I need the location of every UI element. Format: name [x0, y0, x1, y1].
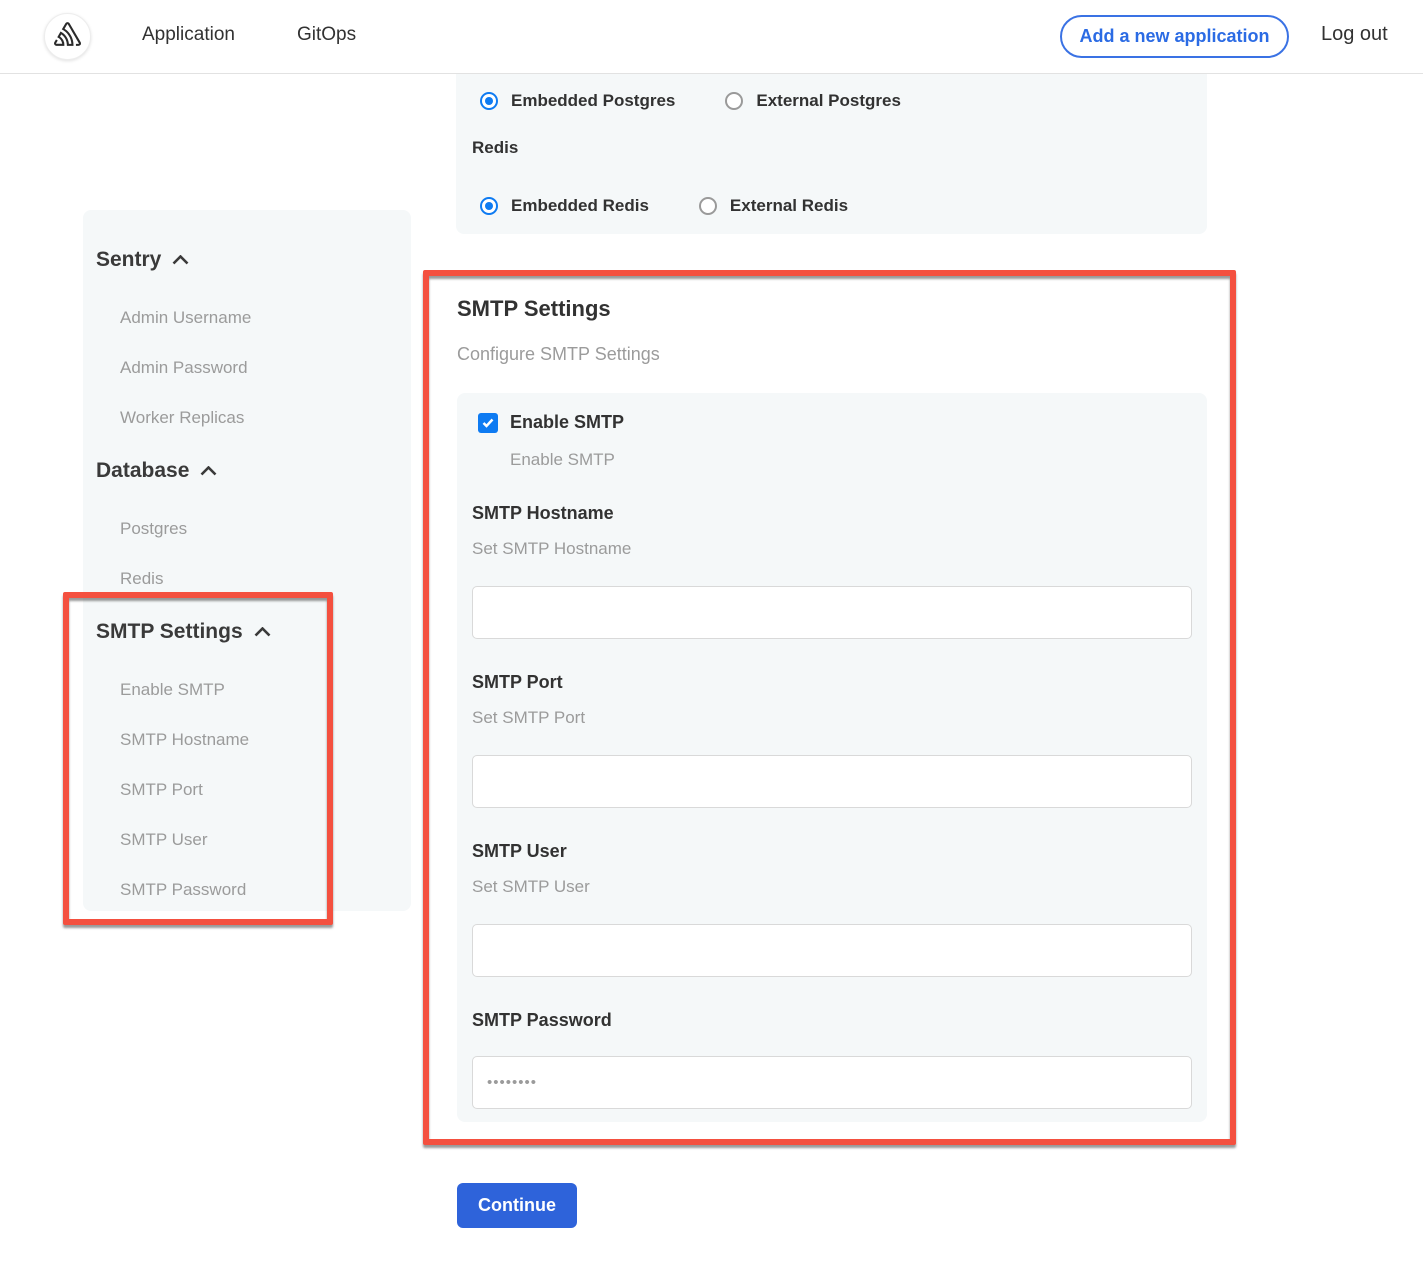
radio-selected-icon: [480, 92, 498, 110]
chevron-up-icon: [254, 627, 271, 637]
enable-smtp-label: Enable SMTP: [510, 412, 624, 433]
app-logo[interactable]: [44, 13, 91, 60]
sidebar-group-sentry[interactable]: Sentry: [96, 248, 411, 272]
nav-link-gitops[interactable]: GitOps: [297, 24, 356, 46]
sidebar-group-title: Database: [96, 459, 189, 483]
smtp-settings-title: SMTP Settings: [457, 296, 611, 322]
radio-label: Embedded Redis: [511, 196, 649, 216]
sidebar-group-database[interactable]: Database: [96, 459, 411, 483]
field-label: SMTP Hostname: [472, 503, 1192, 524]
sentry-logo-icon: [54, 22, 81, 51]
radio-unselected-icon: [699, 197, 717, 215]
chevron-up-icon: [172, 255, 189, 265]
field-helper: Set SMTP Hostname: [472, 539, 1192, 559]
radio-external-postgres[interactable]: External Postgres: [725, 91, 901, 111]
enable-smtp-helper: Enable SMTP: [510, 450, 1192, 470]
database-options-panel: Embedded Postgres External Postgres Redi…: [456, 74, 1207, 234]
sidebar-item-admin-username[interactable]: Admin Username: [120, 308, 411, 328]
smtp-user-field-group: SMTP User Set SMTP User: [472, 841, 1192, 977]
smtp-password-field-group: SMTP Password: [472, 1010, 1192, 1109]
field-label: SMTP Password: [472, 1010, 1192, 1031]
smtp-settings-panel: Enable SMTP Enable SMTP SMTP Hostname Se…: [457, 393, 1207, 1122]
field-label: SMTP User: [472, 841, 1192, 862]
radio-embedded-redis[interactable]: Embedded Redis: [480, 196, 649, 216]
sidebar-item-smtp-port[interactable]: SMTP Port: [120, 780, 411, 800]
field-label: SMTP Port: [472, 672, 1192, 693]
redis-radio-group: Embedded Redis External Redis: [480, 196, 848, 216]
smtp-user-input[interactable]: [472, 924, 1192, 977]
add-application-button[interactable]: Add a new application: [1060, 15, 1289, 58]
sidebar-item-smtp-hostname[interactable]: SMTP Hostname: [120, 730, 411, 750]
smtp-settings-subtitle: Configure SMTP Settings: [457, 344, 660, 365]
config-sidebar: Sentry Admin Username Admin Password Wor…: [83, 210, 411, 911]
smtp-hostname-field-group: SMTP Hostname Set SMTP Hostname: [472, 503, 1192, 639]
field-helper: Set SMTP User: [472, 877, 1192, 897]
enable-smtp-checkbox[interactable]: [478, 413, 498, 433]
nav-link-application[interactable]: Application: [142, 24, 235, 46]
checkbox-check-icon: [482, 418, 494, 428]
smtp-port-field-group: SMTP Port Set SMTP Port: [472, 672, 1192, 808]
sidebar-item-worker-replicas[interactable]: Worker Replicas: [120, 408, 411, 428]
sidebar-item-enable-smtp[interactable]: Enable SMTP: [120, 680, 411, 700]
smtp-port-input[interactable]: [472, 755, 1192, 808]
logout-link[interactable]: Log out: [1321, 23, 1388, 46]
sidebar-item-redis[interactable]: Redis: [120, 569, 411, 589]
radio-label: Embedded Postgres: [511, 91, 675, 111]
smtp-hostname-input[interactable]: [472, 586, 1192, 639]
sidebar-item-admin-password[interactable]: Admin Password: [120, 358, 411, 378]
radio-embedded-postgres[interactable]: Embedded Postgres: [480, 91, 675, 111]
radio-label: External Redis: [730, 196, 848, 216]
sidebar-item-smtp-user[interactable]: SMTP User: [120, 830, 411, 850]
sidebar-group-title: SMTP Settings: [96, 620, 243, 644]
smtp-password-input[interactable]: [472, 1056, 1192, 1109]
postgres-radio-group: Embedded Postgres External Postgres: [480, 91, 901, 111]
continue-button[interactable]: Continue: [457, 1183, 577, 1228]
redis-section-label: Redis: [472, 138, 518, 158]
radio-selected-icon: [480, 197, 498, 215]
sidebar-item-postgres[interactable]: Postgres: [120, 519, 411, 539]
sidebar-group-smtp-settings[interactable]: SMTP Settings: [96, 620, 411, 644]
navbar: Application GitOps Add a new application…: [0, 0, 1423, 74]
sidebar-item-smtp-password[interactable]: SMTP Password: [120, 880, 411, 900]
radio-unselected-icon: [725, 92, 743, 110]
sidebar-group-title: Sentry: [96, 248, 161, 272]
chevron-up-icon: [200, 466, 217, 476]
field-helper: Set SMTP Port: [472, 708, 1192, 728]
radio-label: External Postgres: [756, 91, 901, 111]
radio-external-redis[interactable]: External Redis: [699, 196, 848, 216]
page: Application GitOps Add a new application…: [0, 0, 1423, 1270]
